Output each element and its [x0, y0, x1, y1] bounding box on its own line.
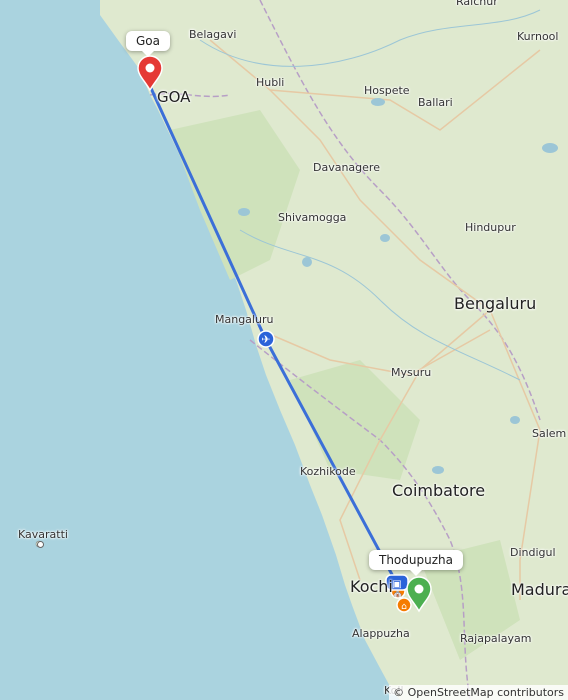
map-canvas[interactable]: ✈ ⛪ ⌂ ▣ — [0, 0, 568, 700]
place-label-mysuru: Mysuru — [391, 366, 432, 379]
place-label-dindigul: Dindigul — [510, 546, 556, 559]
city-dot — [37, 541, 44, 548]
map-attribution[interactable]: © OpenStreetMap contributors — [389, 685, 568, 700]
lake — [371, 98, 385, 106]
lake — [432, 466, 444, 474]
place-label-hospete: Hospete — [364, 84, 410, 97]
lake — [510, 416, 520, 424]
origin-pin-dot — [145, 63, 155, 73]
lake — [380, 234, 390, 242]
airport-marker[interactable]: ✈ — [257, 330, 275, 348]
destination-pin-dot — [414, 584, 424, 594]
place-label-coimbatore: Coimbatore — [392, 481, 486, 500]
state-label-goa: GOA — [157, 88, 191, 106]
poi-marker[interactable]: ⌂ — [396, 597, 412, 613]
poi-icon: ⌂ — [401, 602, 407, 612]
place-label-kavaratti: Kavaratti — [18, 528, 68, 541]
place-label-hubli: Hubli — [256, 76, 285, 89]
lake — [238, 208, 250, 216]
place-label-shivamogga: Shivamogga — [278, 211, 347, 224]
place-label-kozhikode: Kozhikode — [300, 465, 356, 478]
place-label-davanagere: Davanagere — [313, 161, 380, 174]
lake — [302, 257, 312, 267]
place-label-hindupur: Hindupur — [465, 221, 516, 234]
place-label-madurai: Madurai — [511, 580, 568, 599]
place-label-salem: Salem — [532, 427, 567, 440]
place-label-raichur: Raichur — [456, 0, 498, 8]
place-label-mangaluru: Mangaluru — [215, 313, 274, 326]
place-label-kochi: Kochi — [350, 577, 393, 596]
place-label-bengaluru: Bengaluru — [454, 294, 537, 313]
origin-callout: Goa — [126, 31, 170, 57]
place-label-ballari: Ballari — [418, 96, 453, 109]
place-label-alappuzha: Alappuzha — [352, 627, 410, 640]
attribution-link[interactable]: OpenStreetMap contributors — [408, 686, 564, 699]
place-label-kurnool: Kurnool — [517, 30, 559, 43]
copyright-symbol: © — [393, 686, 405, 699]
bus-icon: ▣ — [392, 579, 401, 590]
airplane-icon: ✈ — [261, 333, 270, 346]
lake — [542, 143, 558, 153]
place-label-rajapalayam: Rajapalayam — [460, 632, 532, 645]
destination-callout: Thodupuzha — [369, 550, 463, 576]
place-label-belagavi: Belagavi — [189, 28, 237, 41]
